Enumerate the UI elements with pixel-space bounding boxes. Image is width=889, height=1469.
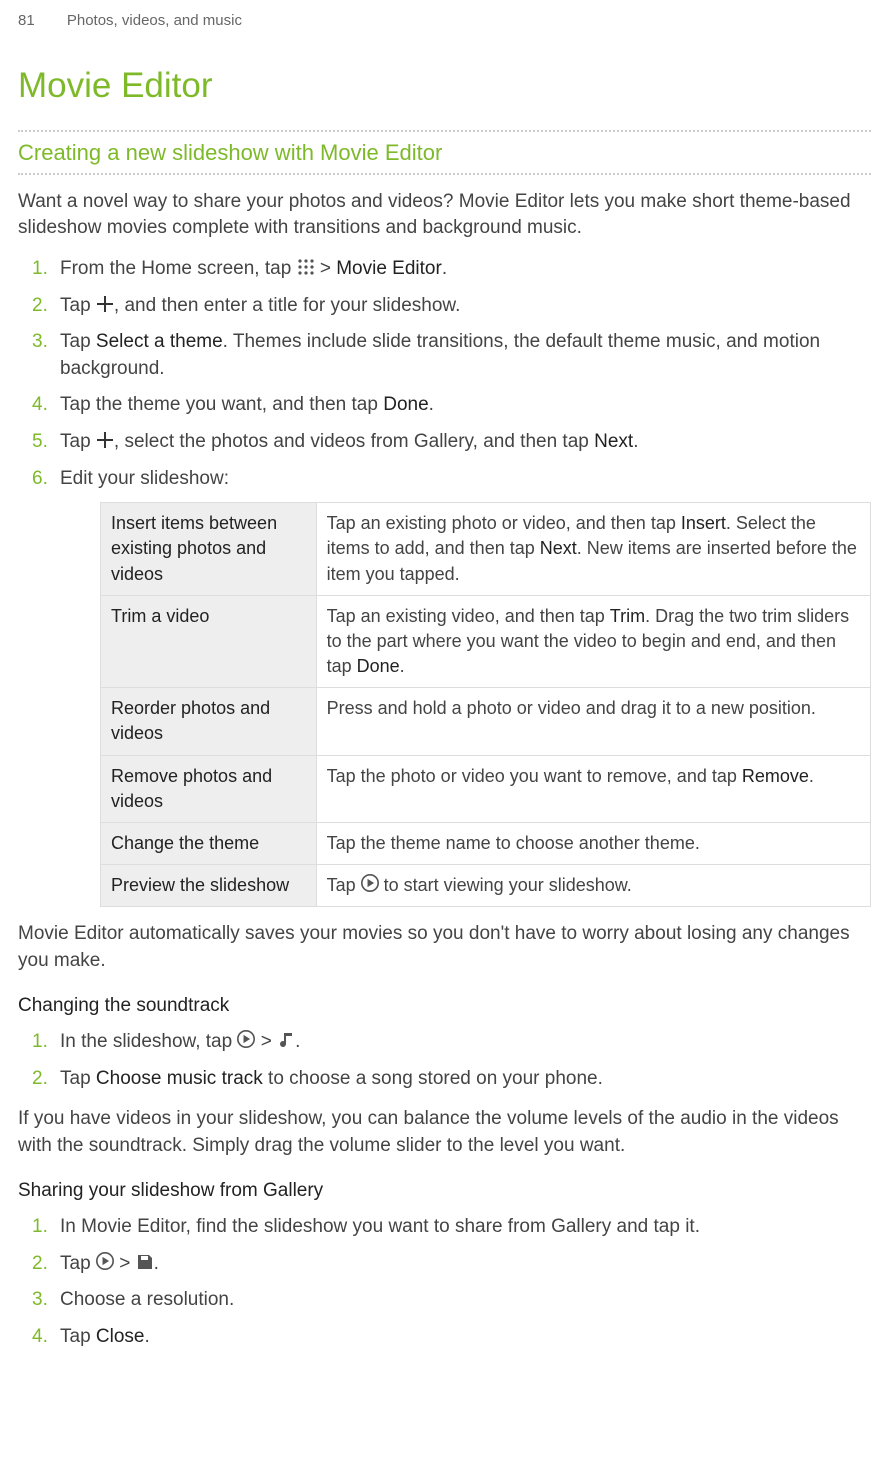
step-text: Tap — [60, 295, 96, 316]
row-label: Trim a video — [101, 595, 317, 688]
edit-options-table: Insert items between existing photos and… — [100, 502, 871, 907]
table-row: Preview the slideshow Tap to start viewi… — [101, 865, 871, 907]
step-text: Tap — [60, 431, 96, 452]
row-label: Change the theme — [101, 823, 317, 865]
insert-label: Insert — [681, 513, 726, 533]
section-title: Photos, videos, and music — [67, 12, 242, 29]
music-note-icon — [277, 1031, 295, 1049]
sharing-steps-list: In Movie Editor, find the slideshow you … — [18, 1214, 871, 1350]
step-text: In Movie Editor, find the slideshow you … — [60, 1216, 700, 1237]
volume-note: If you have videos in your slideshow, yo… — [18, 1106, 871, 1159]
movie-editor-label: Movie Editor — [336, 258, 442, 279]
step-text: > — [261, 1031, 277, 1052]
row-label: Remove photos and videos — [101, 755, 317, 822]
row-desc: Tap an existing photo or video, and then… — [316, 503, 870, 596]
select-theme-label: Select a theme — [96, 331, 223, 352]
step-text: > — [119, 1253, 135, 1274]
step-text: to choose a song stored on your phone. — [263, 1068, 603, 1089]
step-3: Choose a resolution. — [18, 1287, 871, 1314]
trim-label: Trim — [610, 606, 645, 626]
step-text: > — [320, 258, 336, 279]
plus-icon — [96, 295, 114, 313]
step-6: Edit your slideshow: Insert items betwee… — [18, 466, 871, 908]
step-2: Tap Choose music track to choose a song … — [18, 1066, 871, 1093]
done-label: Done — [357, 656, 400, 676]
row-label: Preview the slideshow — [101, 865, 317, 907]
step-2: Tap > . — [18, 1251, 871, 1278]
step-1: In the slideshow, tap > . — [18, 1029, 871, 1056]
row-desc: Tap to start viewing your slideshow. — [316, 865, 870, 907]
step-text: . — [442, 258, 447, 279]
divider — [18, 173, 871, 175]
done-label: Done — [383, 394, 428, 415]
plus-icon — [96, 431, 114, 449]
step-text: . — [429, 394, 434, 415]
step-text: Tap — [60, 1326, 96, 1347]
text: Tap an existing photo or video, and then… — [327, 513, 681, 533]
main-steps-list: From the Home screen, tap > Movie Editor… — [18, 256, 871, 907]
text: . — [809, 766, 814, 786]
row-label: Insert items between existing photos and… — [101, 503, 317, 596]
page-number: 81 — [18, 10, 35, 31]
autosave-note: Movie Editor automatically saves your mo… — [18, 921, 871, 974]
step-text: From the Home screen, tap — [60, 258, 297, 279]
subsection-heading: Sharing your slideshow from Gallery — [18, 1178, 871, 1205]
table-row: Trim a video Tap an existing video, and … — [101, 595, 871, 688]
step-1: From the Home screen, tap > Movie Editor… — [18, 256, 871, 283]
play-circle-icon — [361, 874, 379, 892]
text: Tap the photo or video you want to remov… — [327, 766, 742, 786]
step-text: , select the photos and videos from Gall… — [114, 431, 594, 452]
step-1: In Movie Editor, find the slideshow you … — [18, 1214, 871, 1241]
step-2: Tap , and then enter a title for your sl… — [18, 293, 871, 320]
page-title: Movie Editor — [18, 61, 871, 110]
next-label: Next — [594, 431, 633, 452]
remove-label: Remove — [742, 766, 809, 786]
play-circle-icon — [96, 1252, 114, 1270]
step-text: . — [145, 1326, 150, 1347]
row-desc: Tap the photo or video you want to remov… — [316, 755, 870, 822]
text: Tap an existing video, and then tap — [327, 606, 610, 626]
row-label: Reorder photos and videos — [101, 688, 317, 755]
step-4: Tap the theme you want, and then tap Don… — [18, 392, 871, 419]
text: to start viewing your slideshow. — [384, 875, 632, 895]
step-text: . — [154, 1253, 159, 1274]
close-label: Close — [96, 1326, 145, 1347]
intro-paragraph: Want a novel way to share your photos an… — [18, 189, 871, 242]
step-text: Edit your slideshow: — [60, 468, 229, 489]
text: Tap — [327, 875, 361, 895]
row-desc: Tap an existing video, and then tap Trim… — [316, 595, 870, 688]
step-5: Tap , select the photos and videos from … — [18, 429, 871, 456]
text: . — [400, 656, 405, 676]
table-row: Insert items between existing photos and… — [101, 503, 871, 596]
step-text: . — [633, 431, 638, 452]
step-text: Tap — [60, 331, 96, 352]
soundtrack-steps-list: In the slideshow, tap > . Tap Choose mus… — [18, 1029, 871, 1092]
play-circle-icon — [237, 1030, 255, 1048]
table-row: Change the theme Tap the theme name to c… — [101, 823, 871, 865]
next-label: Next — [540, 538, 577, 558]
table-row: Reorder photos and videos Press and hold… — [101, 688, 871, 755]
row-desc: Press and hold a photo or video and drag… — [316, 688, 870, 755]
step-text: Tap the theme you want, and then tap — [60, 394, 383, 415]
row-desc: Tap the theme name to choose another the… — [316, 823, 870, 865]
subsection-heading: Changing the soundtrack — [18, 993, 871, 1020]
apps-grid-icon — [297, 258, 315, 276]
step-4: Tap Close. — [18, 1324, 871, 1351]
table-row: Remove photos and videos Tap the photo o… — [101, 755, 871, 822]
step-text: Choose a resolution. — [60, 1289, 234, 1310]
page-header: 81 Photos, videos, and music — [18, 10, 871, 31]
step-text: Tap — [60, 1253, 96, 1274]
choose-music-track-label: Choose music track — [96, 1068, 263, 1089]
step-text: In the slideshow, tap — [60, 1031, 237, 1052]
step-text: , and then enter a title for your slides… — [114, 295, 460, 316]
step-text: . — [295, 1031, 300, 1052]
section-heading: Creating a new slideshow with Movie Edit… — [18, 132, 871, 173]
save-disk-icon — [136, 1253, 154, 1271]
step-3: Tap Select a theme. Themes include slide… — [18, 329, 871, 382]
step-text: Tap — [60, 1068, 96, 1089]
